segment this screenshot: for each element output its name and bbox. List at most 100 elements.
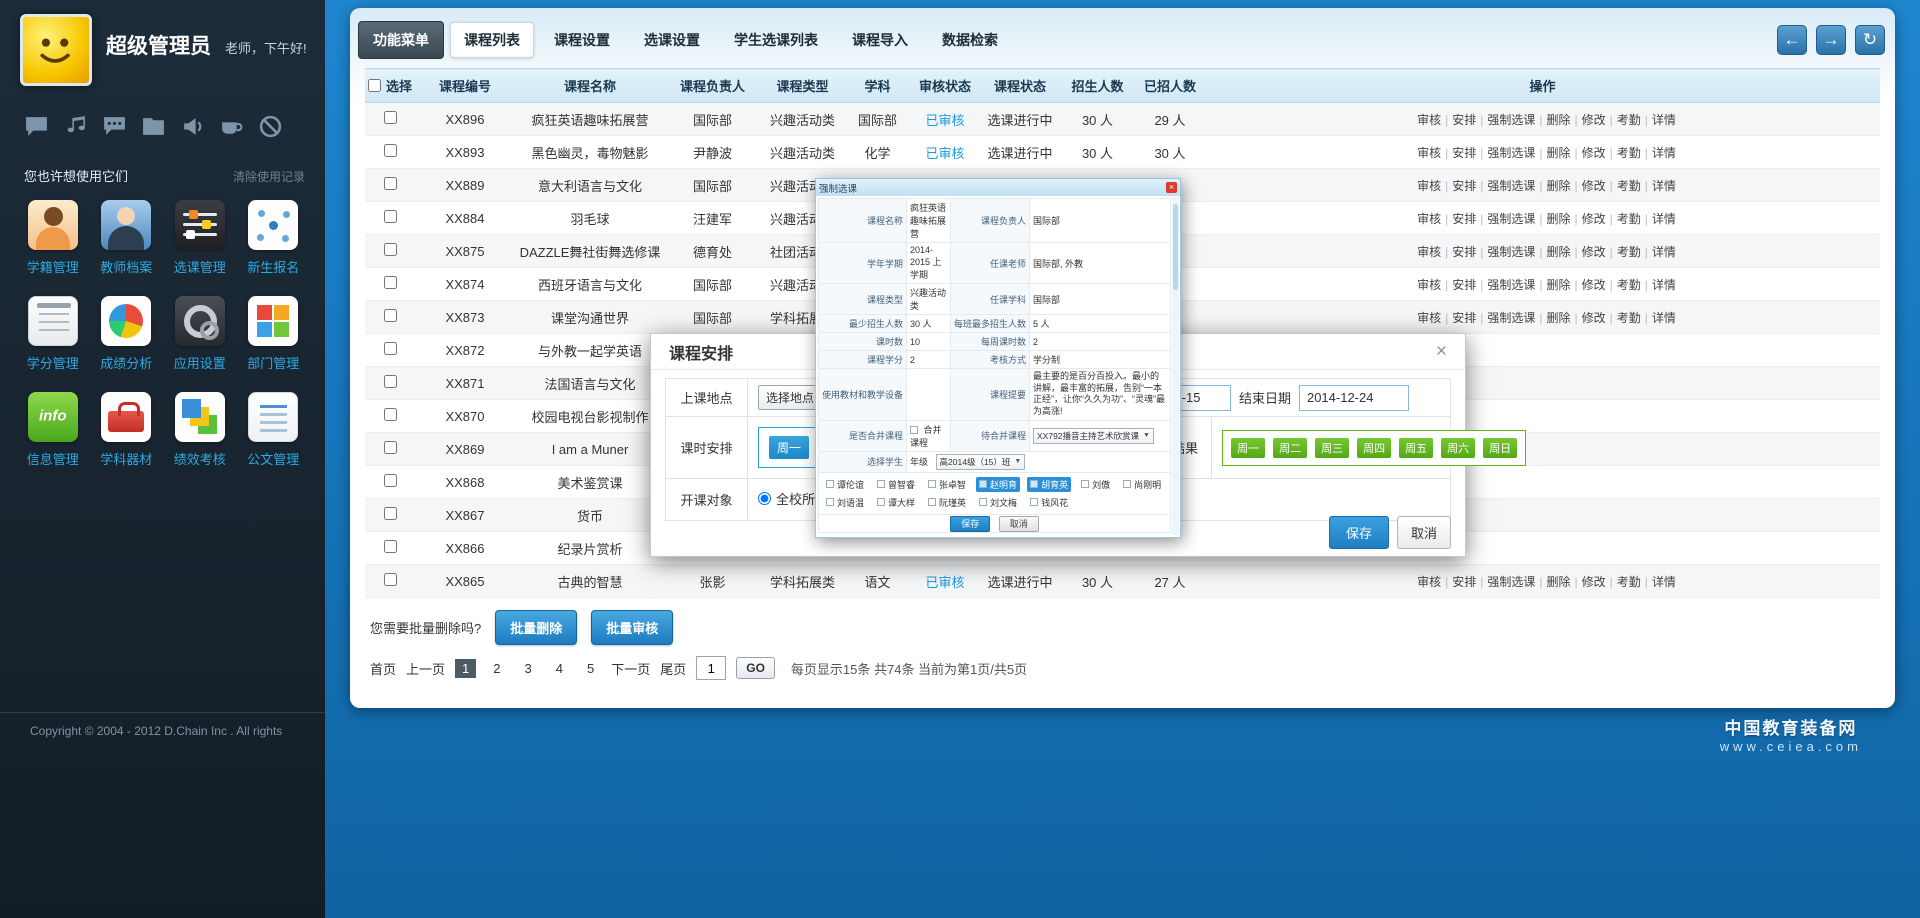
tab-3[interactable]: 选课设置 xyxy=(630,22,714,58)
batch-review-button[interactable]: 批量审核 xyxy=(591,610,673,645)
tab-2[interactable]: 课程设置 xyxy=(540,22,624,58)
op-delete[interactable]: 删除 xyxy=(1546,245,1570,259)
op-force-select[interactable]: 强制选课 xyxy=(1487,575,1535,589)
row-checkbox[interactable] xyxy=(384,507,397,520)
page-3[interactable]: 3 xyxy=(518,659,539,678)
op-attendance[interactable]: 考勤 xyxy=(1617,245,1641,259)
op-arrange[interactable]: 安排 xyxy=(1452,245,1476,259)
batch-delete-button[interactable]: 批量删除 xyxy=(495,610,577,645)
refresh-button[interactable]: ↻ xyxy=(1855,25,1885,55)
app-item-woman-avatar[interactable]: 教师档案 xyxy=(90,200,164,276)
next-page-link[interactable]: 下一页 xyxy=(611,659,650,678)
select-all-checkbox[interactable] xyxy=(368,79,381,92)
arrange-cancel-button[interactable]: 取消 xyxy=(1397,516,1451,549)
row-checkbox[interactable] xyxy=(384,177,397,190)
student-chip[interactable]: 张卓智 xyxy=(925,477,969,492)
merge-target-select[interactable]: XX792播音主持艺术欣赏课 ▼ xyxy=(1033,428,1154,444)
weekday-pick-1[interactable]: 周一 xyxy=(769,436,809,459)
student-chip[interactable]: 刘傲 xyxy=(1078,477,1113,492)
row-checkbox[interactable] xyxy=(384,144,397,157)
op-force-select[interactable]: 强制选课 xyxy=(1487,212,1535,226)
row-checkbox[interactable] xyxy=(384,474,397,487)
end-date-input[interactable]: 2014-12-24 xyxy=(1299,385,1409,411)
op-attendance[interactable]: 考勤 xyxy=(1617,179,1641,193)
prev-page-link[interactable]: 上一页 xyxy=(406,659,445,678)
student-chip[interactable]: 刘语温 xyxy=(823,495,867,510)
row-checkbox[interactable] xyxy=(384,342,397,355)
op-detail[interactable]: 详情 xyxy=(1652,179,1676,193)
clear-history-link[interactable]: 清除使用记录 xyxy=(233,168,305,185)
tab-5[interactable]: 课程导入 xyxy=(838,22,922,58)
op-arrange[interactable]: 安排 xyxy=(1452,278,1476,292)
app-item-info-bubble[interactable]: 信息管理 xyxy=(16,392,90,468)
tab-4[interactable]: 学生选课列表 xyxy=(720,22,832,58)
app-item-documents[interactable]: 公文管理 xyxy=(237,392,311,468)
op-detail[interactable]: 详情 xyxy=(1652,311,1676,325)
target-radio-1[interactable] xyxy=(758,492,771,505)
last-page-link[interactable]: 尾页 xyxy=(660,659,686,678)
row-checkbox[interactable] xyxy=(384,573,397,586)
op-attendance[interactable]: 考勤 xyxy=(1617,146,1641,160)
op-review[interactable]: 审核 xyxy=(1417,146,1441,160)
op-detail[interactable]: 详情 xyxy=(1652,146,1676,160)
arrange-close-icon[interactable]: × xyxy=(1436,342,1447,361)
go-button[interactable]: GO xyxy=(736,657,775,679)
op-attendance[interactable]: 考勤 xyxy=(1617,278,1641,292)
app-item-girl-avatar[interactable]: 学籍管理 xyxy=(16,200,90,276)
op-review[interactable]: 审核 xyxy=(1417,278,1441,292)
comment-dots-icon[interactable] xyxy=(102,114,127,139)
student-chip[interactable]: 谭大样 xyxy=(874,495,918,510)
force-close-icon[interactable]: × xyxy=(1166,182,1177,193)
op-arrange[interactable]: 安排 xyxy=(1452,212,1476,226)
op-modify[interactable]: 修改 xyxy=(1582,278,1606,292)
row-checkbox[interactable] xyxy=(384,441,397,454)
grade-select[interactable]: 高2014级（15）班 ▼ xyxy=(936,454,1026,470)
block-icon[interactable] xyxy=(258,114,283,139)
op-detail[interactable]: 详情 xyxy=(1652,212,1676,226)
row-checkbox[interactable] xyxy=(384,276,397,289)
student-chip[interactable]: 钱风花 xyxy=(1027,495,1071,510)
student-chip[interactable]: 尚刚明 xyxy=(1120,477,1164,492)
force-scrollbar-thumb[interactable] xyxy=(1173,204,1178,290)
page-4[interactable]: 4 xyxy=(549,659,570,678)
op-force-select[interactable]: 强制选课 xyxy=(1487,146,1535,160)
student-chip[interactable]: 曾智睿 xyxy=(874,477,918,492)
app-item-window-squares[interactable]: 部门管理 xyxy=(237,296,311,372)
op-review[interactable]: 审核 xyxy=(1417,212,1441,226)
chat-icon[interactable] xyxy=(24,114,49,139)
op-modify[interactable]: 修改 xyxy=(1582,245,1606,259)
app-item-layers[interactable]: 绩效考核 xyxy=(163,392,237,468)
op-delete[interactable]: 删除 xyxy=(1546,311,1570,325)
op-detail[interactable]: 详情 xyxy=(1652,113,1676,127)
op-review[interactable]: 审核 xyxy=(1417,245,1441,259)
merge-checkbox[interactable] xyxy=(910,426,918,434)
app-item-pie-chart[interactable]: 成绩分析 xyxy=(90,296,164,372)
row-checkbox[interactable] xyxy=(384,375,397,388)
app-item-gears[interactable]: 应用设置 xyxy=(163,296,237,372)
review-status-badge[interactable]: 已审核 xyxy=(925,146,964,161)
op-modify[interactable]: 修改 xyxy=(1582,212,1606,226)
tab-1[interactable]: 课程列表 xyxy=(450,22,534,58)
op-arrange[interactable]: 安排 xyxy=(1452,179,1476,193)
op-review[interactable]: 审核 xyxy=(1417,113,1441,127)
op-delete[interactable]: 删除 xyxy=(1546,113,1570,127)
op-attendance[interactable]: 考勤 xyxy=(1617,212,1641,226)
arrange-save-button[interactable]: 保存 xyxy=(1329,516,1389,549)
op-attendance[interactable]: 考勤 xyxy=(1617,311,1641,325)
op-modify[interactable]: 修改 xyxy=(1582,146,1606,160)
op-modify[interactable]: 修改 xyxy=(1582,575,1606,589)
student-chip[interactable]: 赵明育 xyxy=(976,477,1020,492)
op-detail[interactable]: 详情 xyxy=(1652,575,1676,589)
op-attendance[interactable]: 考勤 xyxy=(1617,113,1641,127)
op-delete[interactable]: 删除 xyxy=(1546,575,1570,589)
row-checkbox[interactable] xyxy=(384,408,397,421)
coffee-icon[interactable] xyxy=(219,114,244,139)
op-force-select[interactable]: 强制选课 xyxy=(1487,179,1535,193)
app-item-toolbox[interactable]: 学科器材 xyxy=(90,392,164,468)
op-force-select[interactable]: 强制选课 xyxy=(1487,278,1535,292)
op-arrange[interactable]: 安排 xyxy=(1452,575,1476,589)
folder-icon[interactable] xyxy=(141,114,166,139)
op-attendance[interactable]: 考勤 xyxy=(1617,575,1641,589)
op-review[interactable]: 审核 xyxy=(1417,311,1441,325)
app-item-sliders[interactable]: 选课管理 xyxy=(163,200,237,276)
